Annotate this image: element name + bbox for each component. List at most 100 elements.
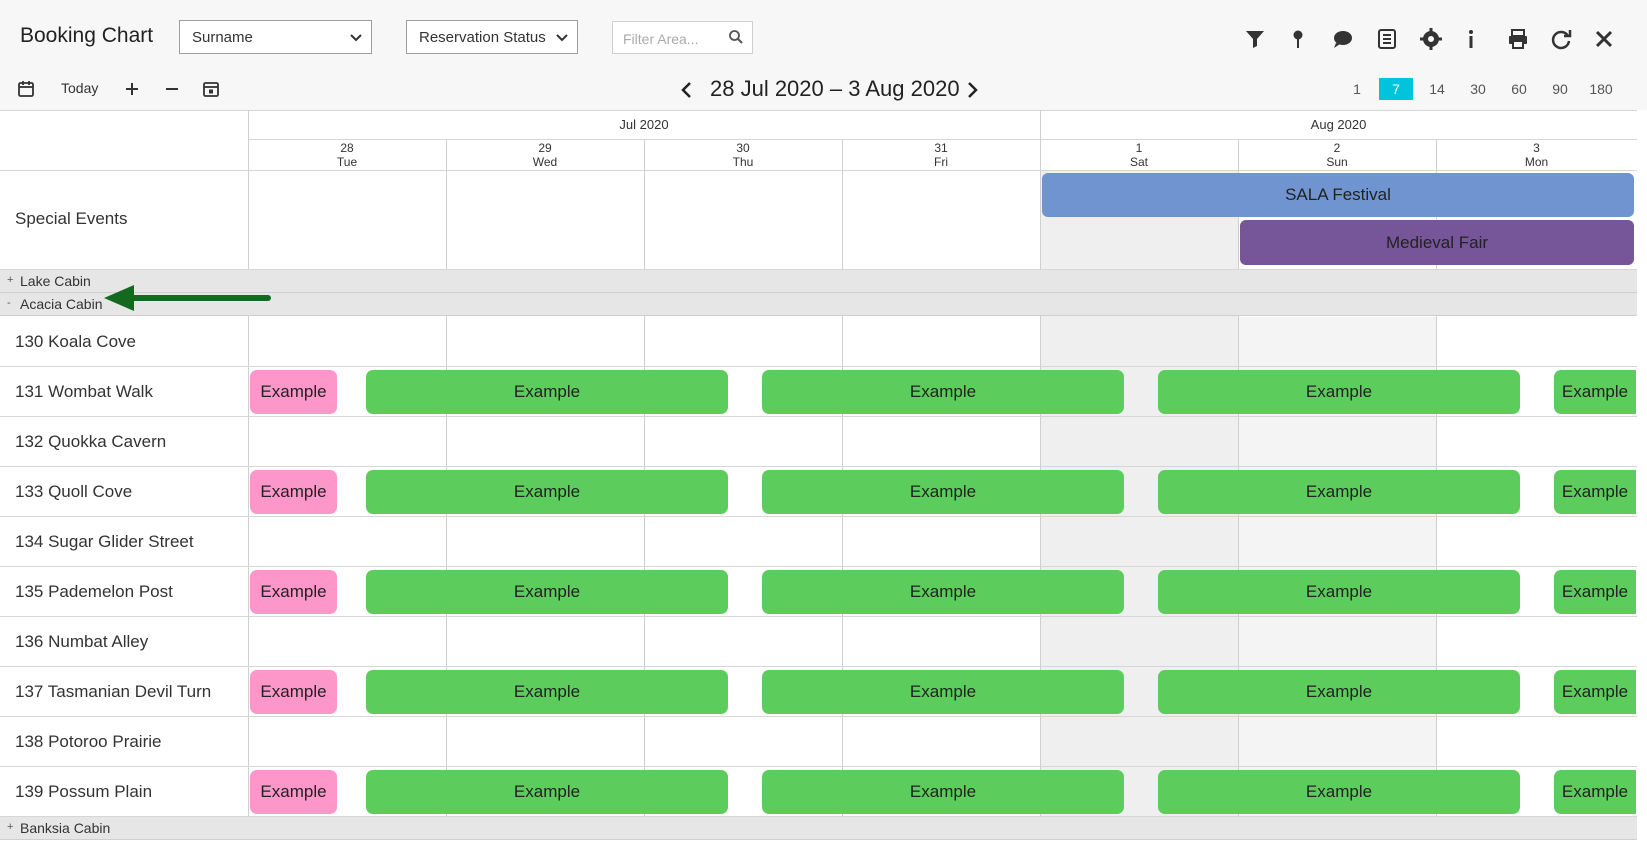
zoom-option-30[interactable]: 30 [1461,78,1495,100]
zoom-option-14[interactable]: 14 [1420,78,1454,100]
booking-block[interactable]: Example [366,470,728,514]
plus-icon[interactable] [123,80,141,98]
filter-placeholder: Filter Area... [623,31,699,47]
booking-block[interactable]: Example [1554,770,1636,814]
booking-block[interactable]: Example [366,570,728,614]
status-select-value: Reservation Status [419,29,546,46]
booking-block[interactable]: Example [250,670,337,714]
row-divider [0,716,1637,717]
calendar-day-icon[interactable] [202,80,220,98]
sort-select-value: Surname [192,29,253,46]
column-divider [248,110,249,817]
group-row-banksia-cabin[interactable]: + Banksia Cabin [0,817,1637,840]
row-divider [0,666,1637,667]
zoom-option-90[interactable]: 90 [1543,78,1577,100]
calendar-icon[interactable] [17,80,35,98]
booking-block[interactable]: Example [1158,570,1520,614]
month-divider [248,139,1637,140]
booking-block[interactable]: Example [1554,470,1636,514]
grid-top-line [0,110,1637,111]
booking-block[interactable]: Example [762,570,1124,614]
booking-block[interactable]: Example [1158,770,1520,814]
date-range: 28 Jul 2020 – 3 Aug 2020 [710,76,960,101]
booking-block[interactable]: Example [366,370,728,414]
day-name: Sat [1129,155,1149,169]
day-name: Tue [336,155,358,169]
month-label-jul: Jul 2020 [619,117,669,132]
print-icon[interactable] [1506,27,1530,51]
day-name: Thu [732,155,754,169]
row-divider [0,466,1637,467]
event-medieval-fair[interactable]: Medieval Fair [1240,220,1634,265]
zoom-option-1[interactable]: 1 [1340,78,1374,100]
booking-block[interactable]: Example [762,470,1124,514]
gear-icon[interactable] [1419,27,1443,51]
zoom-option-180[interactable]: 180 [1584,78,1618,100]
row-divider [0,766,1637,767]
booking-block[interactable]: Example [762,770,1124,814]
booking-grid: Jul 2020 Aug 2020 28 Tue 29 Wed 30 Thu 31 Fri 1 Sat… [0,110,1637,842]
booking-block[interactable]: Example [1158,370,1520,414]
day-number: 1 [1135,141,1143,155]
booking-block[interactable]: Example [250,370,337,414]
row-divider [0,616,1637,617]
search-icon[interactable] [728,29,744,48]
expand-icon[interactable]: + [7,274,13,286]
next-arrow-icon[interactable] [963,80,981,100]
day-name: Mon [1524,155,1549,169]
room-label: 133 Quoll Cove [15,482,133,501]
booking-block[interactable]: Example [762,670,1124,714]
collapse-icon[interactable]: - [7,297,11,309]
booking-block[interactable]: Example [1158,470,1520,514]
today-button[interactable]: Today [61,80,98,96]
month-label-aug: Aug 2020 [1310,117,1367,132]
room-label: 130 Koala Cove [15,332,136,351]
prev-arrow-icon[interactable] [678,80,696,100]
group-name: Lake Cabin [20,273,91,289]
refresh-icon[interactable] [1549,27,1573,51]
expand-icon[interactable]: + [7,821,13,833]
booking-block[interactable]: Example [250,470,337,514]
booking-block[interactable]: Example [762,370,1124,414]
booking-block[interactable]: Example [1158,670,1520,714]
row-divider [0,816,1637,817]
sort-select[interactable]: Surname [179,20,372,54]
booking-block[interactable]: Example [250,770,337,814]
day-number: 31 [934,141,948,155]
room-label: 134 Sugar Glider Street [15,532,194,551]
row-divider [0,416,1637,417]
row-divider [0,516,1637,517]
day-name: Wed [532,155,558,169]
group-name: Acacia Cabin [20,296,103,312]
room-label: 138 Potoroo Prairie [15,732,162,751]
notes-icon[interactable] [1375,27,1399,51]
booking-block[interactable]: Example [250,570,337,614]
minus-icon[interactable] [163,80,181,98]
booking-block[interactable]: Example [366,770,728,814]
group-name: Banksia Cabin [20,820,111,836]
status-select[interactable]: Reservation Status [406,20,578,54]
room-label: 139 Possum Plain [15,782,153,801]
day-number: 28 [340,141,354,155]
zoom-option-7[interactable]: 7 [1379,78,1413,100]
row-divider [0,366,1637,367]
special-events-label: Special Events [15,209,128,228]
close-icon[interactable] [1592,27,1616,51]
filter-icon[interactable] [1243,27,1267,51]
booking-block[interactable]: Example [1554,670,1636,714]
chat-icon[interactable] [1331,27,1355,51]
chevron-down-icon [349,30,363,44]
event-sala-festival[interactable]: SALA Festival [1042,173,1634,217]
filter-area-input[interactable]: Filter Area... [612,21,753,54]
room-label: 135 Pademelon Post [15,582,173,601]
day-number: 30 [736,141,750,155]
zoom-option-60[interactable]: 60 [1502,78,1536,100]
info-icon[interactable] [1459,27,1483,51]
page-title: Booking Chart [20,24,154,47]
header-bottom-line [0,170,1637,171]
day-name: Fri [934,155,948,169]
booking-block[interactable]: Example [366,670,728,714]
booking-block[interactable]: Example [1554,370,1636,414]
map-pin-icon[interactable] [1286,27,1310,51]
booking-block[interactable]: Example [1554,570,1636,614]
